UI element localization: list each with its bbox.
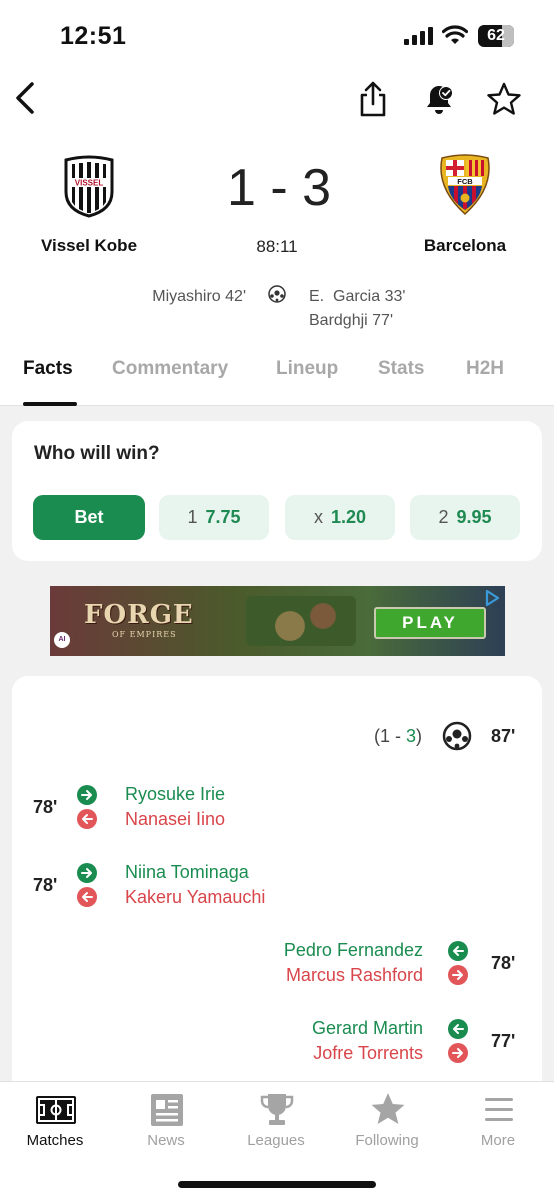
nav-label: News [147,1132,185,1149]
odds-key: x [313,507,323,527]
player-in-name[interactable]: Niina Tominaga [125,862,249,883]
odds-key: 1 [187,507,198,527]
tab-h2h[interactable]: H2H [466,358,504,380]
home-team-name[interactable]: Vissel Kobe [30,236,148,256]
away-scorer: E. Garcia 33' [309,288,406,305]
player-out-name[interactable]: Jofre Torrents [313,1043,423,1064]
sub-in-arrow-icon [77,863,97,883]
pitch-icon [36,1096,76,1124]
ad-play-button[interactable]: PLAY [374,607,486,639]
sub-minute: 77' [491,1031,516,1051]
sub-out-arrow-icon [77,809,97,829]
odds-home-button[interactable]: 1 7.75 [159,495,269,540]
nav-leagues[interactable]: Leagues [221,1082,331,1162]
sub-out-arrow-icon [448,1043,468,1063]
sub-minute: 78' [491,953,516,973]
player-in-name[interactable]: Pedro Fernandez [284,940,423,961]
menu-icon [485,1098,513,1121]
nav-matches[interactable]: Matches [0,1082,110,1162]
barcelona-logo[interactable]: FCB [436,154,494,216]
away-scorers: E. Garcia 33' Bardghji 77' [309,285,469,333]
match-header: VISSEL FCB Vissel Kobe Barcelona 1 - 3 8… [0,70,554,406]
tab-stats[interactable]: Stats [378,358,424,380]
active-tab-indicator [23,402,77,406]
wifi-icon [442,25,468,44]
nav-news[interactable]: News [111,1082,221,1162]
star-icon [371,1093,405,1124]
ad-choices-icon[interactable] [482,588,502,608]
nav-label: Leagues [247,1132,305,1149]
nav-following[interactable]: Following [332,1082,442,1162]
bet-title: Who will win? [34,443,160,464]
odds-value: 9.95 [456,507,492,527]
soccer-ball-icon [268,285,286,303]
tab-facts[interactable]: Facts [23,358,73,380]
notification-bell-icon[interactable] [422,82,456,116]
tab-lineup[interactable]: Lineup [276,358,338,380]
player-out-name[interactable]: Marcus Rashford [286,965,423,986]
news-icon [151,1094,183,1126]
goal-minute: 87' [491,726,516,746]
sub-out-arrow-icon [77,887,97,907]
match-clock: 88:11 [256,237,298,256]
player-out-name[interactable]: Kakeru Yamauchi [125,887,265,908]
match-tabs: Facts Commentary Lineup Stats H2H [0,358,554,406]
ad-subtitle: OF EMPIRES [112,630,177,639]
nav-label: Matches [26,1132,84,1149]
ad-rating-badge: AI [54,632,70,648]
odds-away-button[interactable]: 2 9.95 [410,495,520,540]
bet-button[interactable]: Bet [33,495,145,540]
home-scorers: Miyashiro 42' [100,285,246,309]
away-team-name[interactable]: Barcelona [405,236,525,256]
who-will-win-card: Who will win? Bet 1 7.75 x 1.20 2 9.95 [12,421,542,561]
vissel-kobe-logo[interactable]: VISSEL [62,154,116,218]
odds-key: 2 [438,507,449,527]
goal-running-score: (1 - 3) [374,726,423,746]
battery-level: 62 [487,27,505,44]
sub-in-arrow-icon [77,785,97,805]
bottom-navigation: Matches News Leagues Following More [0,1081,554,1199]
ad-artwork [246,596,356,646]
sub-minute: 78' [33,875,58,895]
home-indicator [178,1181,376,1188]
svg-text:VISSEL: VISSEL [75,179,104,188]
home-scorer: Miyashiro 42' [152,288,246,305]
match-score: 1 - 3 [226,159,332,217]
nav-label: More [480,1132,516,1149]
svg-text:FCB: FCB [457,177,473,186]
sub-out-arrow-icon [448,965,468,985]
odds-value: 7.75 [205,507,241,527]
ad-title: FORGE [84,600,194,630]
tab-commentary[interactable]: Commentary [112,358,228,380]
goal-ball-icon [442,721,472,751]
nav-more[interactable]: More [443,1082,553,1162]
player-in-name[interactable]: Gerard Martin [312,1018,423,1039]
away-scorer: Bardghji 77' [309,312,393,329]
cellular-signal-icon [404,27,434,45]
back-chevron-icon[interactable] [12,80,42,116]
sub-in-arrow-icon [448,1019,468,1039]
favorite-star-icon[interactable] [486,82,522,116]
nav-label: Following [355,1132,419,1149]
sub-in-arrow-icon [448,941,468,961]
trophy-icon [260,1094,294,1125]
player-out-name[interactable]: Nanasei Iino [125,809,225,830]
odds-value: 1.20 [330,507,367,527]
share-icon[interactable] [358,80,388,118]
match-events-card: (1 - 3) 87' 78' Ryosuke Irie Nanasei Iin… [12,676,542,1106]
status-bar: 12:51 62 [0,0,554,70]
status-time: 12:51 [60,22,127,50]
ad-banner[interactable]: FORGE OF EMPIRES PLAY AI [50,586,505,656]
player-in-name[interactable]: Ryosuke Irie [125,784,225,805]
sub-minute: 78' [33,797,58,817]
battery-icon: 62 [478,25,514,47]
odds-draw-button[interactable]: x 1.20 [285,495,395,540]
